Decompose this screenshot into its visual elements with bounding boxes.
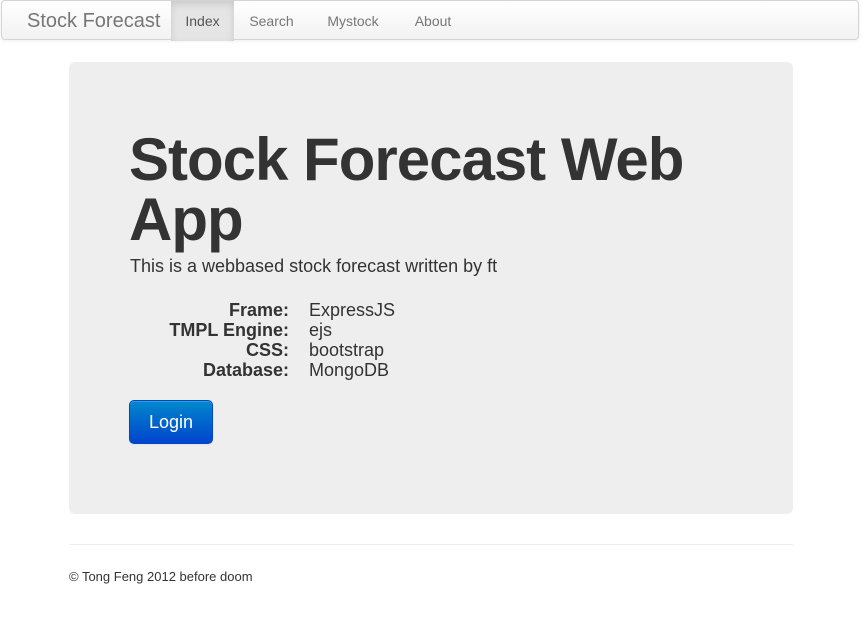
footer-copyright: © Tong Feng 2012 before doom <box>69 569 253 584</box>
hero-subtitle: This is a webbased stock forecast writte… <box>130 256 498 276</box>
info-label: Frame: <box>228 300 289 320</box>
brand-link[interactable]: Stock Forecast <box>27 1 160 41</box>
info-row-tmpl-engine: TMPL Engine: ejs <box>69 320 793 340</box>
hero-unit: Stock Forecast Web App This is a webbase… <box>69 62 793 514</box>
info-value: ejs <box>309 320 333 340</box>
info-value: ExpressJS <box>309 300 396 320</box>
nav-item-about[interactable]: About <box>397 1 469 41</box>
info-row-css: CSS: bootstrap <box>69 340 793 360</box>
nav-item-search[interactable]: Search <box>234 1 309 41</box>
info-label: Database: <box>202 360 289 380</box>
info-value: bootstrap <box>309 340 385 360</box>
info-value: MongoDB <box>309 360 390 380</box>
info-row-frame: Frame: ExpressJS <box>69 300 793 320</box>
login-button[interactable]: Login <box>129 400 213 444</box>
nav-item-mystock[interactable]: Mystock <box>309 1 397 41</box>
info-label: CSS: <box>245 340 289 360</box>
page-title: Stock Forecast Web App <box>129 126 684 253</box>
info-label: TMPL Engine: <box>169 320 289 340</box>
footer-divider <box>69 544 793 545</box>
nav-item-index[interactable]: Index <box>171 1 234 41</box>
info-row-database: Database: MongoDB <box>69 360 793 380</box>
top-navbar: Stock Forecast Index Search Mystock Abou… <box>1 0 859 41</box>
